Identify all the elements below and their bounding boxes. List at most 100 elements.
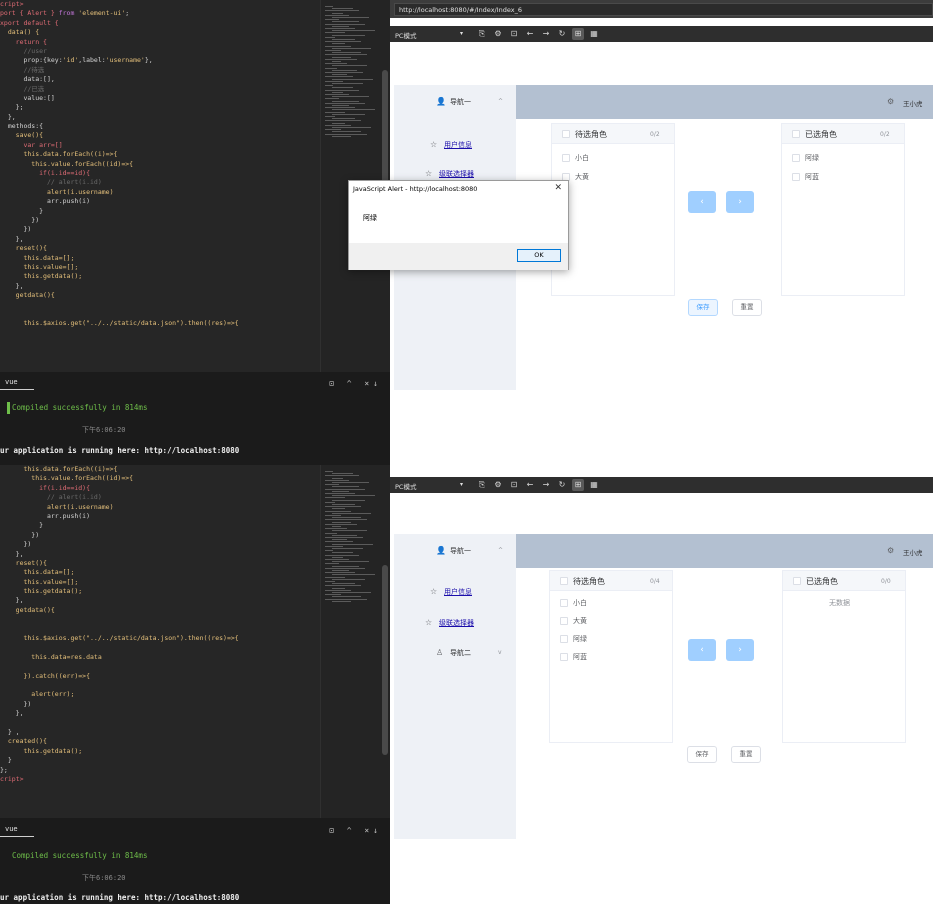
list-item[interactable]: 大黄	[573, 616, 587, 626]
code-line[interactable]: this.data.forEach((i)=>{	[0, 465, 320, 474]
reset-button[interactable]: 重置	[731, 746, 761, 763]
code-line[interactable]: }).catch((err)=>{	[0, 672, 320, 681]
settings-icon[interactable]: ⚙	[492, 28, 504, 40]
code-line[interactable]: this.getdata();	[0, 272, 320, 281]
nav-item-label[interactable]: 级联选择器	[439, 169, 474, 179]
item-checkbox[interactable]	[560, 635, 568, 643]
move-right-button[interactable]: ›	[726, 639, 754, 661]
code-editor-bottom[interactable]: this.data.forEach((i)=>{ this.value.forE…	[0, 465, 390, 818]
item-checkbox[interactable]	[792, 154, 800, 162]
code-line[interactable]: prop:{key:'id',label:'username'},	[0, 56, 320, 65]
code-line[interactable]: })	[0, 216, 320, 225]
move-left-button[interactable]: ‹	[688, 191, 716, 213]
code-line[interactable]: this.data=[];	[0, 254, 320, 263]
code-line[interactable]: arr.push(i)	[0, 512, 320, 521]
select-all-checkbox[interactable]	[560, 577, 568, 585]
code-line[interactable]	[0, 301, 320, 310]
code-line[interactable]: return {	[0, 38, 320, 47]
code-line[interactable]: if(i.id==id){	[0, 484, 320, 493]
reload-icon[interactable]: ↻	[556, 479, 568, 491]
save-button[interactable]: 保存	[687, 746, 717, 763]
minimap-bottom[interactable]	[320, 465, 390, 818]
code-line[interactable]: })	[0, 225, 320, 234]
lock-icon[interactable]: ⊞	[572, 479, 584, 491]
lock-icon[interactable]: ⊞	[572, 28, 584, 40]
settings-icon[interactable]: ⚙	[492, 479, 504, 491]
code-line[interactable]: alert(i.username)	[0, 503, 320, 512]
code-line[interactable]: this.data.forEach((i)=>{	[0, 150, 320, 159]
code-line[interactable]: alert(err);	[0, 690, 320, 699]
code-line[interactable]: })	[0, 700, 320, 709]
code-line[interactable]: reset(){	[0, 559, 320, 568]
list-item[interactable]: 阿绿	[805, 153, 819, 163]
item-checkbox[interactable]	[792, 173, 800, 181]
select-all-checkbox[interactable]	[562, 130, 570, 138]
qr-icon[interactable]: ▦	[588, 28, 600, 40]
code-line[interactable]: },	[0, 550, 320, 559]
code-line[interactable]: // alert(i.id)	[0, 178, 320, 187]
url-field[interactable]: http://localhost:8080/#/Index/Index_6	[394, 3, 933, 16]
code-line[interactable]	[0, 681, 320, 690]
list-item[interactable]: 小白	[575, 153, 589, 163]
chevron-down-icon[interactable]: ▾	[460, 30, 463, 37]
terminal-tab[interactable]: vue	[5, 378, 18, 386]
list-item[interactable]: 阿蓝	[805, 172, 819, 182]
code-line[interactable]: arr.push(i)	[0, 197, 320, 206]
move-right-button[interactable]: ›	[726, 191, 754, 213]
reset-button[interactable]: 重置	[732, 299, 762, 316]
terminal-actions-icon[interactable]: ⊡ ^ ×↓	[329, 826, 382, 835]
code-line[interactable]: data:[],	[0, 75, 320, 84]
code-line[interactable]: },	[0, 596, 320, 605]
nav-item-label[interactable]: 级联选择器	[439, 618, 474, 628]
code-line[interactable]: };	[0, 766, 320, 775]
code-line[interactable]: xport default {	[0, 19, 320, 28]
save-button[interactable]: 保存	[688, 299, 718, 316]
code-line[interactable]: if(i.id==id){	[0, 169, 320, 178]
code-line[interactable]: this.data=res.data	[0, 653, 320, 662]
code-line[interactable]: this.value.forEach((id)=>{	[0, 160, 320, 169]
list-item[interactable]: 阿蓝	[573, 652, 587, 662]
code-line[interactable]: this.value=[];	[0, 578, 320, 587]
code-lines-top[interactable]: cript> port { Alert } from 'element-ui'; x…	[0, 0, 320, 329]
screenshot-icon[interactable]: ⊡	[508, 479, 520, 491]
terminal-tab[interactable]: vue	[5, 825, 18, 833]
code-line[interactable]	[0, 643, 320, 652]
item-checkbox[interactable]	[560, 653, 568, 661]
code-line[interactable]: },	[0, 235, 320, 244]
code-line[interactable]	[0, 662, 320, 671]
code-line[interactable]	[0, 625, 320, 634]
code-line[interactable]: };	[0, 103, 320, 112]
code-line[interactable]: data() {	[0, 28, 320, 37]
qr-icon[interactable]: ▦	[588, 479, 600, 491]
code-line[interactable]: this.value=[];	[0, 263, 320, 272]
code-line[interactable]: save(){	[0, 131, 320, 140]
username[interactable]: 王小虎	[903, 98, 923, 108]
code-line[interactable]	[0, 719, 320, 728]
back-icon[interactable]: ←	[524, 28, 536, 40]
code-line[interactable]: this.$axios.get("../../static/data.json"…	[0, 319, 320, 328]
code-line[interactable]: methods:{	[0, 122, 320, 131]
code-line[interactable]: },	[0, 113, 320, 122]
terminal-actions-icon[interactable]: ⊡ ^ ×↓	[329, 379, 382, 388]
code-line[interactable]: }	[0, 756, 320, 765]
rotate-icon[interactable]: ⎘	[476, 28, 488, 40]
forward-icon[interactable]: →	[540, 479, 552, 491]
code-line[interactable]	[0, 310, 320, 319]
code-line[interactable]: },	[0, 709, 320, 718]
nav-item-label[interactable]: 用户信息	[444, 587, 472, 597]
code-line[interactable]: //已选	[0, 85, 320, 94]
code-line[interactable]: this.data=[];	[0, 568, 320, 577]
back-icon[interactable]: ←	[524, 479, 536, 491]
item-checkbox[interactable]	[560, 617, 568, 625]
gear-icon[interactable]: ⚙	[887, 546, 894, 555]
code-line[interactable]: }	[0, 521, 320, 530]
code-line[interactable]: cript>	[0, 775, 320, 784]
close-icon[interactable]: ✕	[554, 183, 562, 193]
code-line[interactable]: alert(i.username)	[0, 188, 320, 197]
ok-button[interactable]: OK	[517, 249, 561, 262]
code-line[interactable]: cript>	[0, 0, 320, 9]
code-line[interactable]: this.getdata();	[0, 587, 320, 596]
code-line[interactable]: this.getdata();	[0, 747, 320, 756]
item-checkbox[interactable]	[560, 599, 568, 607]
code-editor-top[interactable]: cript> port { Alert } from 'element-ui'; x…	[0, 0, 390, 372]
